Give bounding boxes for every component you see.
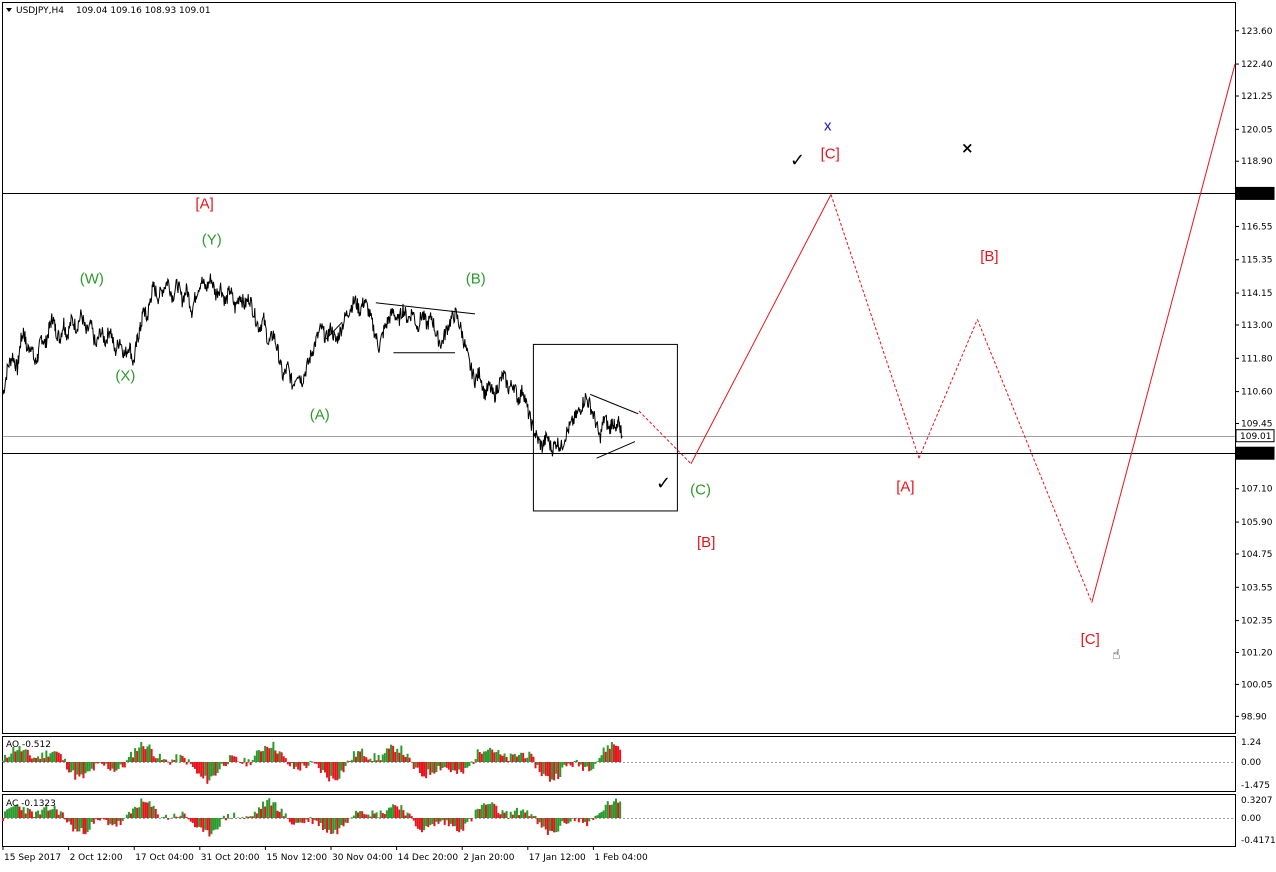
wave-label: [C] [821, 145, 840, 162]
ytick-label: 116.55 [1241, 222, 1273, 232]
main-panel-frame [2, 2, 1236, 734]
ac-oscillator: 0.3207 0.00 -0.4171 [2, 796, 1276, 846]
wave-label: (A) [310, 406, 330, 423]
osc-axis-label: -1.475 [1241, 781, 1270, 791]
wave-label: (B) [466, 270, 486, 287]
projection-leg[interactable] [830, 194, 920, 459]
price-series [2, 273, 623, 457]
wave-label: (Y) [202, 231, 222, 248]
ytick-label: 103.55 [1241, 583, 1273, 593]
projection-leg[interactable] [918, 319, 978, 459]
trendline[interactable] [590, 393, 639, 415]
price-line [2, 273, 623, 457]
ytick-label: 101.20 [1241, 649, 1273, 659]
xtick-label: 17 Jan 12:00 [529, 853, 586, 863]
projection-leg[interactable] [638, 410, 692, 465]
wave-label: [C] [1081, 631, 1100, 648]
checkmark-icon: ✓ [656, 473, 671, 494]
projection-leg[interactable] [1091, 63, 1236, 603]
chart-window[interactable]: [A] (Y) (W) (X) (A) (B) (C) [B] x [C] [B] [A] [C] 12… [0, 0, 1276, 868]
wave-label: [B] [980, 248, 998, 265]
ytick-label: 118.90 [1241, 157, 1273, 167]
wave-label: [A] [896, 479, 914, 496]
hline-label: 117.74 [1240, 190, 1272, 200]
wave-label: (X) [115, 367, 135, 384]
time-axis: 15 Sep 2017 2 Oct 12:00 17 Oct 04:00 31 Oct… [2, 846, 648, 863]
ytick-label: 120.05 [1241, 125, 1273, 135]
cross-icon: × [961, 139, 974, 157]
wave-labels: [A] (Y) (W) (X) (A) (B) (C) [B] x [C] [B] [A] [C] [80, 118, 1100, 648]
wave-label: x [824, 118, 832, 135]
ytick-label: 102.35 [1241, 617, 1273, 627]
price-axis: 123.60 122.40 121.25 120.05 118.90 116.55 115.… [1235, 27, 1275, 722]
hline-label: 108.38 [1240, 450, 1272, 460]
checkmark-icon: ✓ [790, 150, 805, 171]
ytick-label: 107.10 [1241, 485, 1273, 495]
chart-svg[interactable]: [A] (Y) (W) (X) (A) (B) (C) [B] x [C] [B] [A] [C] 12… [0, 0, 1276, 868]
wave-label: (C) [690, 481, 711, 498]
xtick-label: 1 Feb 04:00 [594, 853, 648, 863]
osc-axis-label: 1.24 [1241, 738, 1261, 748]
ohlc-readout: 109.04 109.16 108.93 109.01 [76, 6, 211, 16]
wave-label: (W) [80, 270, 104, 287]
ytick-label: 111.80 [1241, 354, 1273, 364]
hline-label: 109.01 [1240, 432, 1272, 442]
ytick-label: 100.05 [1241, 680, 1273, 690]
horizontal-lines [3, 193, 1235, 454]
ytick-label: 113.00 [1241, 321, 1273, 331]
osc-axis-label: -0.4171 [1241, 836, 1276, 846]
ytick-label: 98.90 [1241, 712, 1267, 722]
osc-axis-label: 0.3207 [1241, 796, 1273, 806]
xtick-label: 17 Oct 04:00 [135, 853, 194, 863]
projection-leg[interactable] [976, 319, 1093, 603]
trendline[interactable] [596, 441, 636, 459]
osc-axis-label: 0.00 [1241, 814, 1261, 824]
ao-oscillator: 1.24 0.00 -1.475 [2, 738, 1270, 791]
ac-panel-frame [2, 794, 1236, 847]
ytick-label: 114.15 [1241, 289, 1273, 299]
ytick-label: 121.25 [1241, 92, 1273, 102]
ytick-label: 110.60 [1241, 388, 1273, 398]
collapse-triangle-icon[interactable] [6, 8, 12, 12]
xtick-label: 2 Oct 12:00 [70, 853, 123, 863]
xtick-label: 15 Sep 2017 [4, 853, 61, 863]
xtick-label: 2 Jan 20:00 [463, 853, 515, 863]
symbol-label: USDJPY,H4 [16, 6, 64, 16]
ytick-label: 104.75 [1241, 550, 1273, 560]
hand-cursor-icon: ☝ [1112, 647, 1121, 663]
ac-title: AC -0.1323 [6, 799, 56, 809]
xtick-label: 30 Nov 04:00 [332, 853, 393, 863]
osc-axis-label: 0.00 [1241, 758, 1261, 768]
wave-label: [A] [195, 195, 213, 212]
projection-leg[interactable] [690, 194, 832, 464]
ytick-label: 109.45 [1241, 420, 1273, 430]
ytick-label: 122.40 [1241, 60, 1273, 70]
xtick-label: 31 Oct 20:00 [201, 853, 260, 863]
xtick-label: 14 Dec 20:00 [398, 853, 459, 863]
ytick-label: 123.60 [1241, 27, 1273, 37]
wave-label: [B] [697, 534, 715, 551]
ao-title: AO -0.512 [6, 740, 51, 750]
ytick-label: 115.35 [1241, 256, 1273, 266]
ytick-label: 105.90 [1241, 518, 1273, 528]
xtick-label: 15 Nov 12:00 [266, 853, 327, 863]
